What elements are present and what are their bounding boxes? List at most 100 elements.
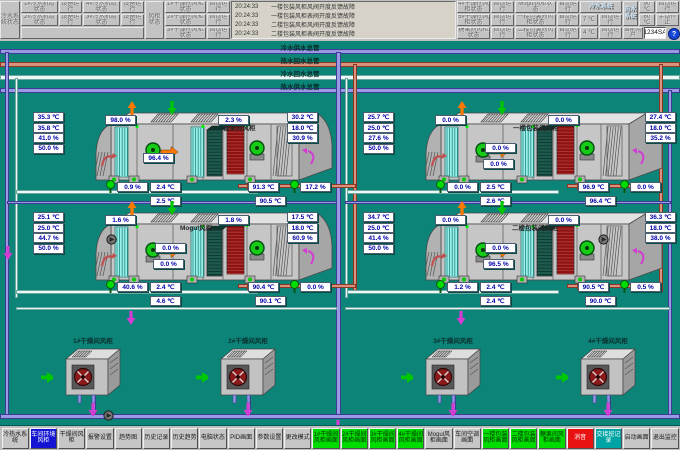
toolbar-button-gray[interactable]: 冷热水系统 xyxy=(2,428,29,449)
hw-supply-temp: 90.4 ℃ xyxy=(248,282,279,292)
cold-water-temp: 4 ℃ xyxy=(580,27,598,39)
valve-icon xyxy=(436,180,445,193)
drying-unit-label: 2#干燥间风柜 xyxy=(208,335,288,345)
toolbar-button-gray[interactable]: 趋势图 xyxy=(115,428,142,449)
toolbar-button-gray[interactable]: 历史记录 xyxy=(143,428,170,449)
toolbar-button-gray[interactable]: 干燥间风柜 xyxy=(58,428,85,449)
toolbar-button-green[interactable]: 糖果间风柜画面 xyxy=(538,428,565,449)
ahu-right-reading: 38.0 % xyxy=(645,233,676,243)
drying-unit xyxy=(418,345,488,405)
toolbar-button-gray[interactable]: 电脑状态 xyxy=(199,428,226,449)
ahu-top-reading: 0.0 % xyxy=(548,215,579,225)
toolbar-button-gray[interactable]: 车间空调画面 xyxy=(454,428,481,449)
cold-water-temp: 7 ℃ xyxy=(580,14,598,26)
ahu-left-reading: 35.8 ℃ xyxy=(33,123,64,133)
hw-valve-opening: 0.0 % xyxy=(630,182,661,192)
hw-return-temp: 90.1 ℃ xyxy=(255,296,286,306)
chiller-status: 设备运行 xyxy=(121,14,144,26)
toolbar-button-teal[interactable]: 交接班记录 xyxy=(595,428,622,449)
alarm-row[interactable]: 20:24:33一楼包装风柜风阀开度反馈故障 xyxy=(232,2,455,11)
ahu-right-reading: 17.5 ℃ xyxy=(287,212,318,222)
toolbar-button-green[interactable]: 2#干燥间风柜画面 xyxy=(341,428,368,449)
right-arrow-icon xyxy=(41,369,53,386)
ahu-name-label: Mogul风柜 xyxy=(180,222,212,232)
ahu-top-reading: 0.0 % xyxy=(548,115,579,125)
ahu-left-reading: 25.1 ℃ xyxy=(33,212,64,222)
toolbar-button-gray[interactable]: 历史趋势 xyxy=(171,428,198,449)
pipe-segment xyxy=(16,307,337,310)
chiller-name: 2#冷水机组状态 xyxy=(21,14,58,26)
toolbar-button-green[interactable]: 3#干燥间风柜画面 xyxy=(369,428,396,449)
toolbar-button-gray[interactable]: 报警设置 xyxy=(86,428,113,449)
toolbar-button-green[interactable]: 1#干燥间风柜画面 xyxy=(312,428,339,449)
valve-icon xyxy=(290,180,299,193)
toolbar-button-gray[interactable]: 更改模式 xyxy=(284,428,311,449)
pipe-segment xyxy=(0,414,680,419)
hw-return-temp: 96.4 ℃ xyxy=(585,196,616,206)
drying-unit xyxy=(573,345,643,405)
pipe-main-label: 冷水供水总管 xyxy=(265,42,335,52)
hot-water-status: 自动运行 xyxy=(656,1,679,13)
help-icon[interactable]: ? xyxy=(668,28,680,40)
toolbar-button-red[interactable]: 消音 xyxy=(567,428,594,449)
pump-icon xyxy=(103,408,114,419)
ahu-right-reading: 18.0 ℃ xyxy=(645,123,676,133)
ahu-left-reading: 44.7 % xyxy=(33,233,64,243)
fan-status-name: 5#干燥间风柜状态 xyxy=(457,14,490,26)
toolbar-button-gray[interactable]: 参数设置 xyxy=(256,428,283,449)
ahu-top-reading: 0.0 % xyxy=(435,115,466,125)
fan-status-value: 自动运行 xyxy=(207,1,230,13)
ahu-left-reading: 34.7 ℃ xyxy=(363,212,394,222)
fan-section-label: 风柜状态 xyxy=(145,1,164,39)
ahu-right-reading: 27.4 ℃ xyxy=(645,112,676,122)
alarm-time: 20:24:33 xyxy=(232,13,271,19)
toolbar-button-blue[interactable]: 车间环境风柜 xyxy=(30,428,57,449)
scada-screen: 当前用户 1234SA ? 冷水系统状态1#冷水机组状态设备运行4#冷水机组状态… xyxy=(0,0,680,450)
ahu-left-reading: 35.3 ℃ xyxy=(33,112,64,122)
toolbar-button-gray[interactable]: PID画面 xyxy=(228,428,255,449)
chw-return-temp: 2.4 ℃ xyxy=(480,296,511,306)
chiller-name: 3#冷水机组状态 xyxy=(83,14,120,26)
ahu-left-reading: 25.7 ℃ xyxy=(363,112,394,122)
fan-status-value: 自动运行 xyxy=(491,1,514,13)
fan-status-name: 1#干燥间风柜状态 xyxy=(165,1,206,13)
down-arrow-icon xyxy=(497,201,507,215)
alarm-panel: 20:24:33一楼包装风柜风阀开度反馈故障20:24:33一楼包装风柜表阀开度… xyxy=(231,1,456,39)
toolbar-button-gray[interactable]: Mogul风柜画面 xyxy=(425,428,452,449)
fan-status-value: 自动运行 xyxy=(557,14,579,26)
chiller-status: 设备运行 xyxy=(59,14,82,26)
up-arrow-icon xyxy=(127,201,137,215)
hw-valve-opening: 17.2 % xyxy=(300,182,331,192)
toolbar-button-green[interactable]: 二楼包装风柜画面 xyxy=(510,428,537,449)
fan-status-name: 2#干燥间风柜状态 xyxy=(165,14,206,26)
bottom-toolbar: 冷热水系统车间环境风柜干燥间风柜报警设置趋势图历史记录历史趋势电脑状态PID画面… xyxy=(0,425,680,450)
chw-valve-opening: 1.2 % xyxy=(447,282,478,292)
up-arrow-icon xyxy=(457,101,467,115)
hw-supply-temp: 91.3 ℃ xyxy=(248,182,279,192)
valve-icon xyxy=(106,180,115,193)
pump-icon xyxy=(598,232,609,243)
chiller-empty-cell xyxy=(21,27,144,39)
toolbar-button-gray[interactable]: 退出监控 xyxy=(651,428,678,449)
fan-status-name: 二楼包装间风柜状态 xyxy=(515,27,556,39)
alarm-text: 二楼包装风柜风阀开度反馈故障 xyxy=(271,20,355,29)
ahu-left-reading: 25.0 ℃ xyxy=(33,223,64,233)
toolbar-button-gray[interactable]: 启动画面 xyxy=(623,428,650,449)
alarm-time: 20:24:33 xyxy=(232,22,271,28)
chiller-status: 设备运行 xyxy=(121,1,144,13)
toolbar-button-green[interactable]: 4#干燥间风柜画面 xyxy=(397,428,424,449)
ahu-mid-reading: 0.0 % xyxy=(485,143,516,153)
pipe-main-label: 热水回水总管 xyxy=(265,55,335,65)
alarm-row[interactable]: 20:24:33一楼包装风柜表阀开度反馈故障 xyxy=(232,11,455,20)
pipe-segment xyxy=(345,78,348,298)
pipe-segment xyxy=(345,307,670,310)
alarm-row[interactable]: 20:24:33二楼包装风柜表阀开度反馈故障 xyxy=(232,29,455,38)
hw-supply-temp: 90.5 ℃ xyxy=(578,282,609,292)
valve-icon xyxy=(290,280,299,293)
toolbar-button-green[interactable]: 一楼包装风柜画面 xyxy=(482,428,509,449)
alarm-row[interactable]: 20:24:33二楼包装风柜风阀开度反馈故障 xyxy=(232,20,455,29)
valve-icon xyxy=(436,280,445,293)
hot-water-system-label: 热水系统 xyxy=(623,1,638,26)
current-user-field[interactable]: 1234SA xyxy=(644,27,666,39)
chw-valve-opening: 0.0 % xyxy=(447,182,478,192)
